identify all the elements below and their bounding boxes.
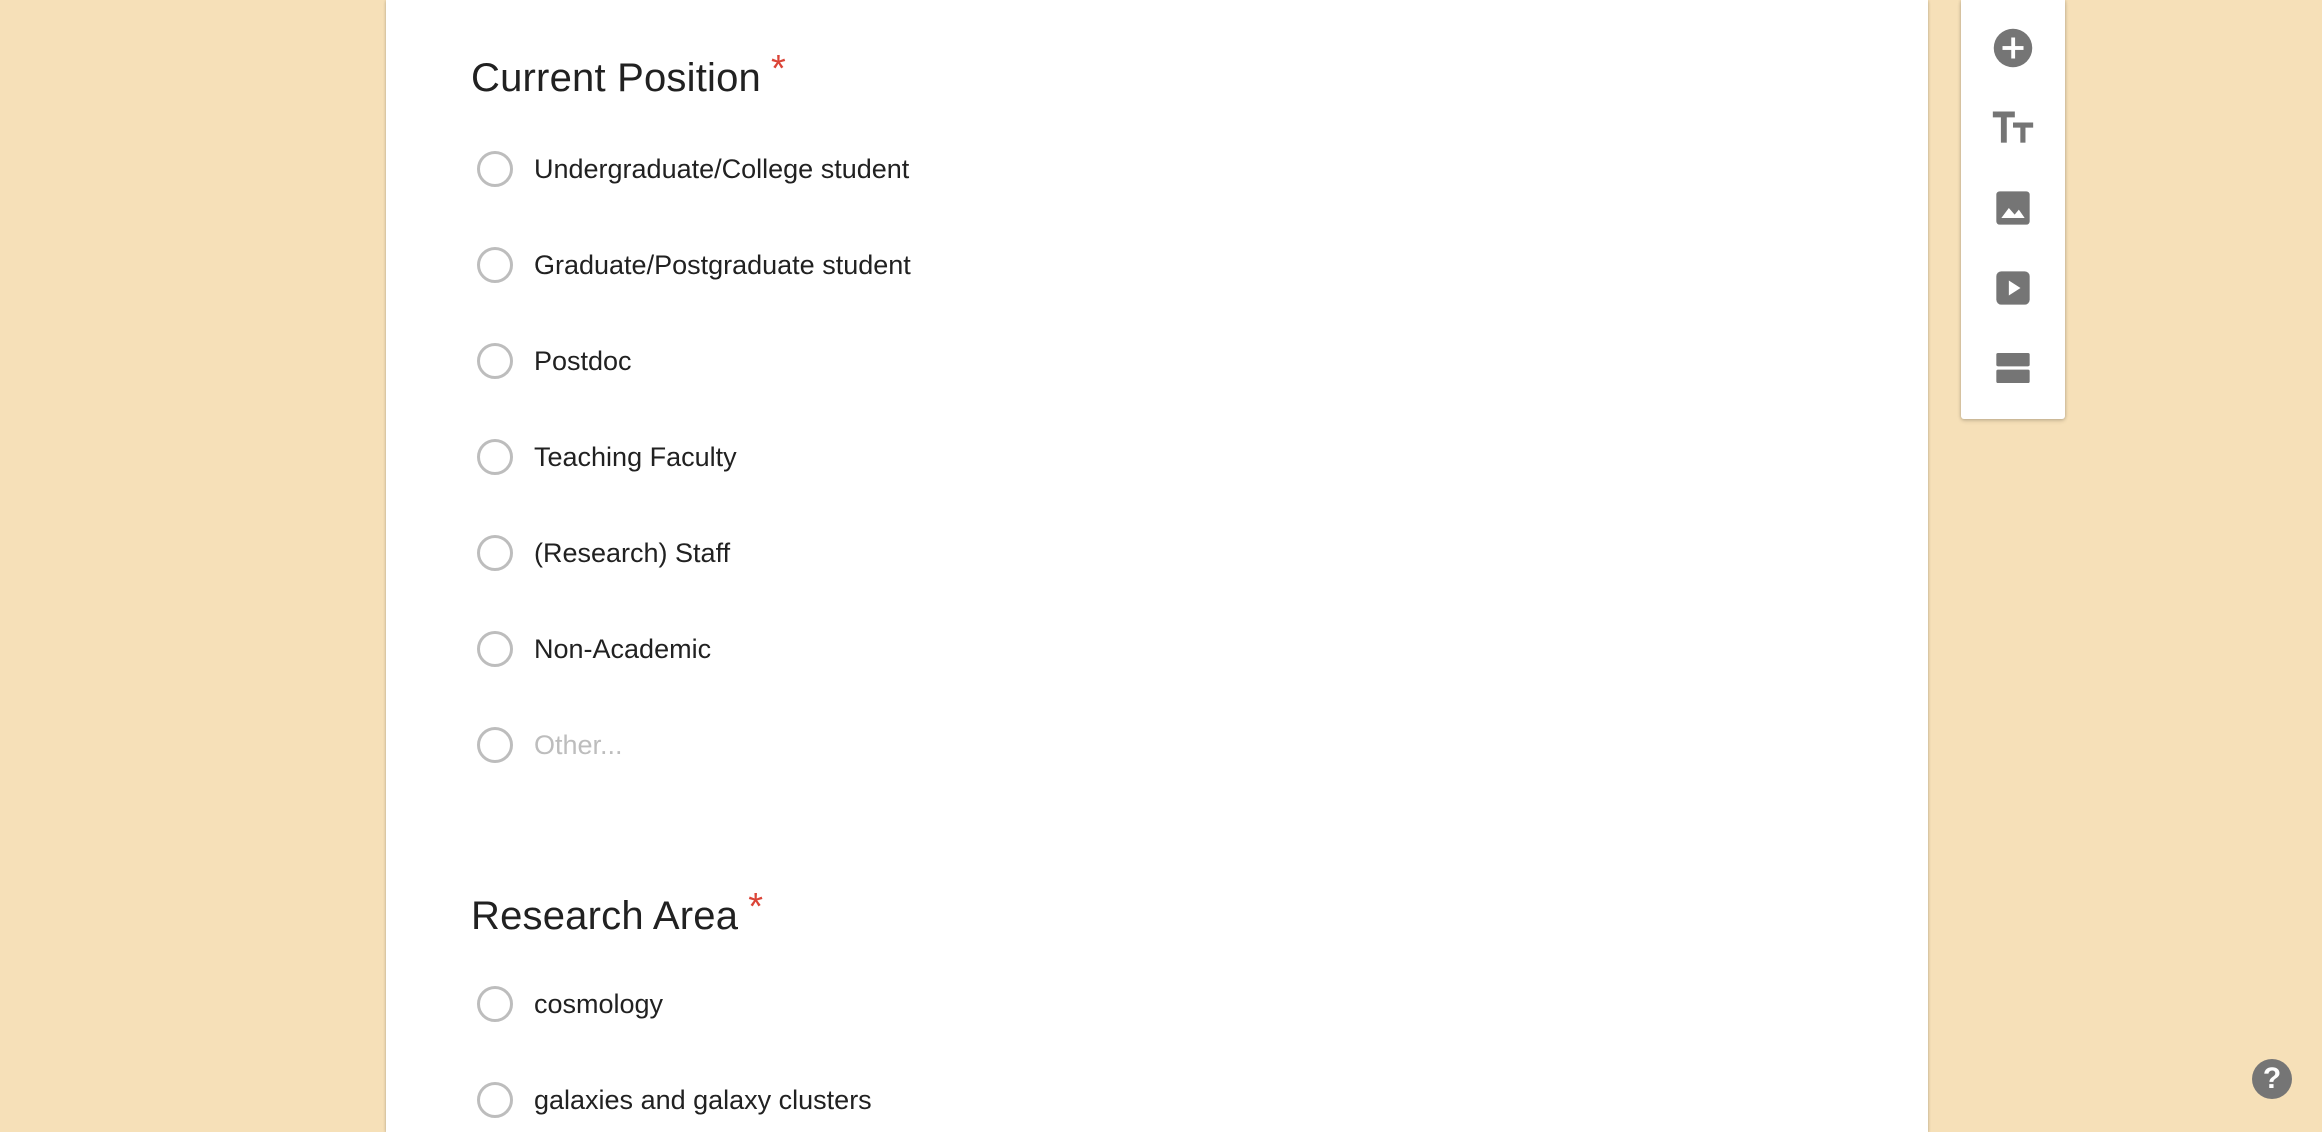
option-other-placeholder[interactable]: Other... <box>534 730 623 761</box>
form-card: Current Position * Undergraduate/College … <box>386 0 1928 1132</box>
add-title-button[interactable] <box>1991 106 2035 150</box>
option-non-academic[interactable]: Non-Academic <box>471 625 711 673</box>
add-question-button[interactable] <box>1991 26 2035 70</box>
help-button[interactable]: ? <box>2252 1059 2292 1099</box>
section-icon <box>1996 353 2030 383</box>
option-cosmology[interactable]: cosmology <box>471 980 663 1028</box>
question-title-text: Current Position <box>471 56 761 100</box>
option-galaxies[interactable]: galaxies and galaxy clusters <box>471 1076 872 1124</box>
question-research-area: Research Area * cosmology galaxies and ga… <box>471 886 872 1118</box>
image-icon <box>1996 191 2030 225</box>
radio-button[interactable] <box>477 631 513 667</box>
option-undergraduate[interactable]: Undergraduate/College student <box>471 145 909 193</box>
radio-button[interactable] <box>477 986 513 1022</box>
add-circle-icon <box>1993 28 2033 68</box>
option-label: Non-Academic <box>534 633 712 664</box>
title-text-icon <box>1992 111 2034 143</box>
option-label: (Research) Staff <box>534 537 731 568</box>
radio-button[interactable] <box>477 1082 513 1118</box>
option-label: Graduate/Postgraduate student <box>534 249 911 280</box>
radio-button[interactable] <box>477 727 513 763</box>
video-icon <box>1996 271 2030 305</box>
floating-toolbar <box>1961 0 2065 419</box>
radio-button[interactable] <box>477 439 513 475</box>
required-asterisk: * <box>748 886 764 928</box>
option-label: Undergraduate/College student <box>534 153 910 184</box>
add-image-button[interactable] <box>1991 186 2035 230</box>
option-label: Postdoc <box>534 345 632 376</box>
radio-button[interactable] <box>477 247 513 283</box>
required-asterisk: * <box>771 48 786 90</box>
radio-button[interactable] <box>477 535 513 571</box>
help-icon: ? <box>2262 1062 2282 1095</box>
question-title-text: Research Area <box>471 894 739 938</box>
question-title[interactable]: Current Position * <box>471 48 786 101</box>
form-editor-page: Current Position * Undergraduate/College … <box>0 0 2322 1132</box>
question-title[interactable]: Research Area * <box>471 886 763 939</box>
option-teaching-faculty[interactable]: Teaching Faculty <box>471 433 737 481</box>
option-postdoc[interactable]: Postdoc <box>471 337 632 385</box>
add-section-button[interactable] <box>1991 346 2035 390</box>
option-other[interactable]: Other... <box>471 721 623 769</box>
option-research-staff[interactable]: (Research) Staff <box>471 529 730 577</box>
option-label: galaxies and galaxy clusters <box>534 1084 872 1115</box>
question-current-position: Current Position * Undergraduate/College … <box>471 48 911 763</box>
option-label: cosmology <box>534 988 664 1019</box>
add-video-button[interactable] <box>1991 266 2035 310</box>
radio-button[interactable] <box>477 151 513 187</box>
option-label: Teaching Faculty <box>534 441 737 472</box>
option-graduate[interactable]: Graduate/Postgraduate student <box>471 241 911 289</box>
radio-button[interactable] <box>477 343 513 379</box>
